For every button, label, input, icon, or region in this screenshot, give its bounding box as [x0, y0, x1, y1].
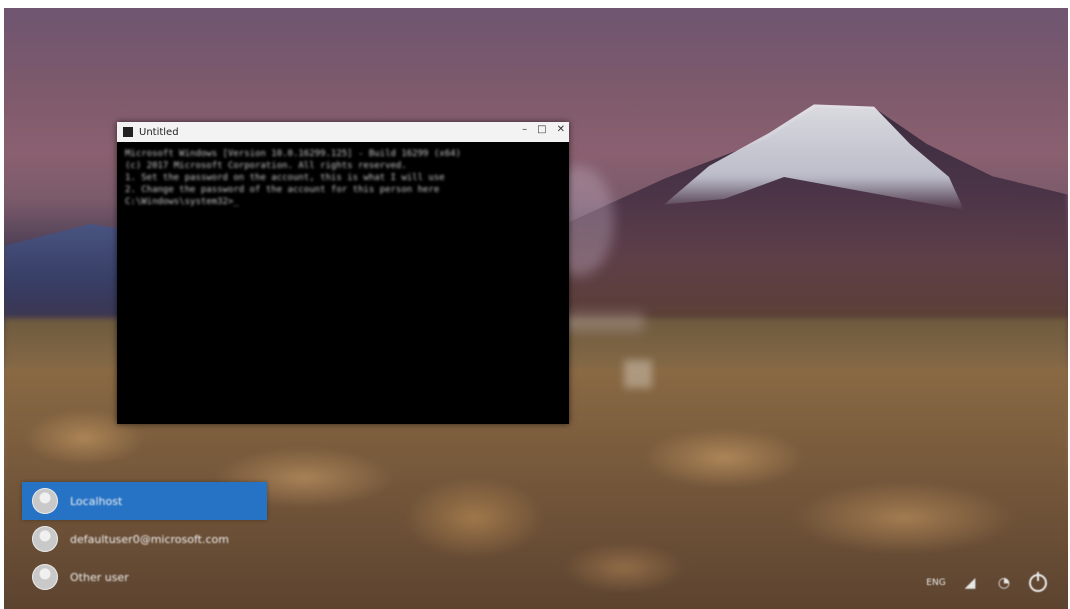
console-line: (c) 2017 Microsoft Corporation. All righ…: [125, 161, 407, 171]
user-item-localhost[interactable]: Localhost: [22, 482, 267, 520]
network-icon[interactable]: ◢: [960, 573, 980, 593]
console-line: 1. Set the password on the account, this…: [125, 173, 445, 183]
window-titlebar[interactable]: Untitled – □ ✕: [117, 122, 569, 142]
power-button[interactable]: [1028, 572, 1048, 593]
user-list: Localhost defaultuser0@microsoft.com Oth…: [22, 482, 267, 596]
user-item-microsoft-account[interactable]: defaultuser0@microsoft.com: [22, 520, 267, 558]
user-item-other[interactable]: Other user: [22, 558, 267, 596]
language-icon[interactable]: ENG: [926, 573, 946, 593]
power-icon: [1029, 572, 1047, 592]
sign-in-control-blurred[interactable]: [624, 360, 652, 388]
system-tray: ENG ◢ ◔: [926, 572, 1048, 593]
user-name: Localhost: [70, 494, 123, 508]
user-avatar-icon: [32, 488, 58, 514]
console-output[interactable]: Microsoft Windows [Version 10.0.16299.12…: [117, 142, 569, 214]
window-title: Untitled: [139, 126, 179, 138]
minimize-button[interactable]: –: [522, 124, 527, 135]
console-line: 2. Change the password of the account fo…: [125, 185, 440, 195]
user-avatar-icon: [32, 564, 58, 590]
console-line: Microsoft Windows [Version 10.0.16299.12…: [125, 149, 461, 159]
console-icon: [123, 127, 133, 137]
user-name: Other user: [70, 570, 129, 584]
ease-of-access-icon[interactable]: ◔: [994, 573, 1014, 593]
lock-screen: Untitled – □ ✕ Microsoft Windows [Versio…: [4, 8, 1068, 609]
console-prompt: C:\Windows\system32>_: [125, 197, 239, 207]
user-avatar-icon: [32, 526, 58, 552]
close-button[interactable]: ✕: [557, 124, 565, 135]
maximize-button[interactable]: □: [537, 124, 546, 135]
command-prompt-window[interactable]: Untitled – □ ✕ Microsoft Windows [Versio…: [117, 122, 569, 424]
user-name: defaultuser0@microsoft.com: [70, 532, 229, 546]
